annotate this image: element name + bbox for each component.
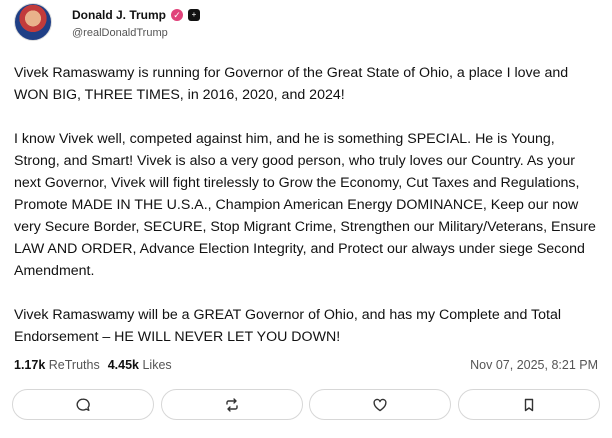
heart-icon [373,398,387,411]
likes-count: 4.45k [107,358,139,372]
retruth-button[interactable] [160,389,303,420]
reply-icon [76,398,90,411]
display-name[interactable]: Donald J. Trump [72,8,166,22]
name-row: Donald J. Trump ✓ + [72,6,201,24]
post-card: Donald J. Trump ✓ + @realDonaldTrump Viv… [0,0,612,438]
plus-badge-icon: + [188,9,201,21]
retruths-label: ReTruths [48,358,100,372]
likes-stat[interactable]: 4.45k Likes [108,358,172,372]
action-bar [12,389,600,420]
bookmark-icon [524,398,534,411]
author-info: Donald J. Trump ✓ + @realDonaldTrump [72,6,201,39]
author-handle[interactable]: @realDonaldTrump [72,27,200,39]
post-text: Vivek Ramaswamy is running for Governor … [14,65,596,345]
post-stats: 1.17k ReTruths 4.45k Likes [14,358,172,372]
reply-button[interactable] [12,389,154,420]
bookmark-button[interactable] [457,389,600,420]
verified-badge-icon: ✓ [171,9,184,21]
likes-label: Likes [142,358,172,372]
retruths-stat[interactable]: 1.17k ReTruths [14,358,100,372]
retruth-icon [225,397,238,412]
avatar[interactable] [14,3,52,41]
retruths-count: 1.17k [14,358,46,372]
like-button[interactable] [309,389,452,420]
post-timestamp[interactable]: Nov 07, 2025, 8:21 PM [470,358,598,372]
post-header: Donald J. Trump ✓ + @realDonaldTrump [14,3,201,43]
